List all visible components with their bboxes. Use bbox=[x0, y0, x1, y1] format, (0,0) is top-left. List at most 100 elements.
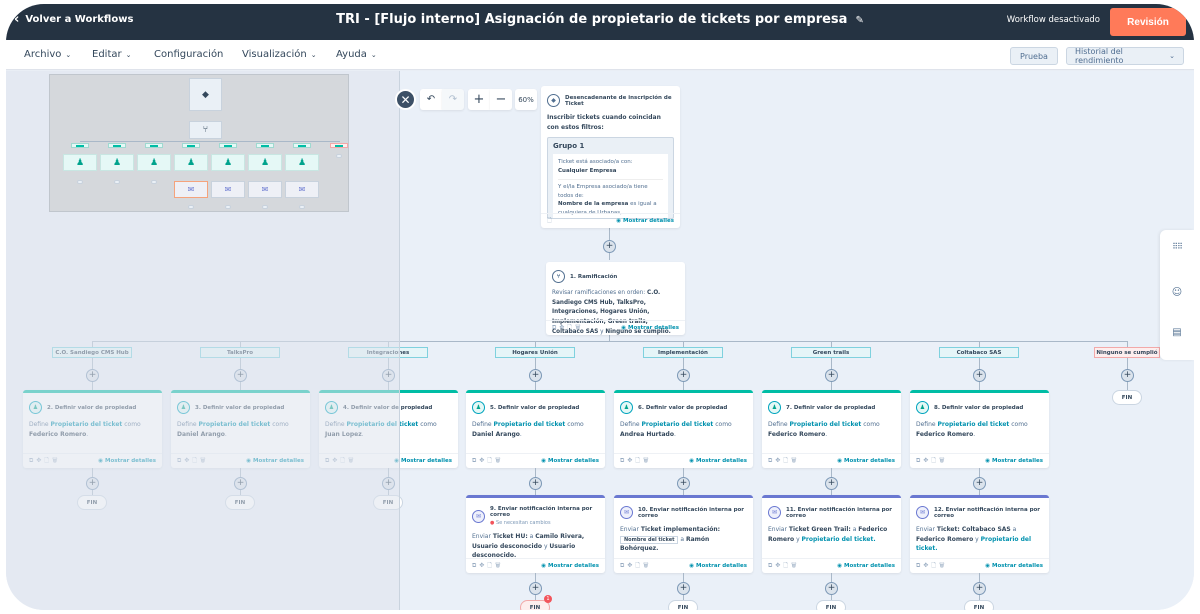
show-details-link[interactable]: ◉ Mostrar detalles bbox=[837, 458, 895, 464]
set-property-card[interactable]: ♟ 6. Definir valor de propiedad Define Pro… bbox=[614, 390, 753, 468]
set-property-card[interactable]: ♟ 3. Definir valor de propiedad Define Pro… bbox=[171, 390, 310, 468]
set-property-card[interactable]: ♟ 8. Definir valor de propiedad Define Pro… bbox=[910, 390, 1049, 468]
add-action-button[interactable]: + bbox=[234, 477, 247, 490]
zoom-in-button[interactable]: + bbox=[468, 89, 490, 110]
email-notification-card[interactable]: ✉ 11. Enviar notificación interna por cor… bbox=[762, 495, 901, 573]
minimap-end-dot bbox=[336, 154, 342, 158]
branch-label[interactable]: Integraciones bbox=[348, 347, 428, 358]
card-actions-icons[interactable]: ⧉✥🗋🗑 bbox=[29, 456, 61, 466]
show-details-link[interactable]: ◉ Mostrar detalles bbox=[837, 563, 895, 569]
card-actions-icons[interactable]: ⧉✥🗋🗑 bbox=[177, 456, 209, 466]
branch-label[interactable]: TalksPro bbox=[200, 347, 280, 358]
show-details-link[interactable]: ◉ Mostrar detalles bbox=[985, 563, 1043, 569]
show-details-link[interactable]: ◉ Mostrar detalles bbox=[616, 218, 674, 224]
assistant-icon[interactable]: ☺ bbox=[1160, 287, 1194, 298]
performance-history-button[interactable]: Historial del rendimiento ⌄ bbox=[1066, 47, 1184, 65]
card-actions-icons[interactable]: ⧉✥🗋🗑 bbox=[916, 561, 948, 571]
add-action-button[interactable]: + bbox=[973, 369, 986, 382]
show-details-link[interactable]: ◉ Mostrar detalles bbox=[689, 563, 747, 569]
branch-label[interactable]: C.O. Sandiego CMS Hub bbox=[52, 347, 132, 358]
set-property-card[interactable]: ♟ 7. Definir valor de propiedad Define Pro… bbox=[762, 390, 901, 468]
menu-editar[interactable]: Editar ⌄ bbox=[92, 49, 131, 60]
show-details-link[interactable]: ◉ Mostrar detalles bbox=[621, 325, 679, 331]
menu-archivo[interactable]: Archivo ⌄ bbox=[24, 49, 71, 60]
end-node[interactable]: FIN bbox=[816, 600, 846, 610]
email-notification-card[interactable]: ✉ 9. Enviar notificación interna por corr… bbox=[466, 495, 605, 573]
add-action-button[interactable]: + bbox=[382, 369, 395, 382]
branch-label[interactable]: Implementación bbox=[643, 347, 723, 358]
set-property-card[interactable]: ♟ 4. Definir valor de propiedad Define Pro… bbox=[319, 390, 458, 468]
test-button[interactable]: Prueba bbox=[1010, 47, 1058, 65]
property-link: Propietario del ticket bbox=[789, 421, 862, 428]
review-button[interactable]: Revisión bbox=[1110, 8, 1186, 36]
branch-label[interactable]: Ninguno se cumplió bbox=[1094, 347, 1160, 358]
add-action-button[interactable]: + bbox=[825, 369, 838, 382]
add-action-button[interactable]: + bbox=[677, 369, 690, 382]
add-action-button[interactable]: + bbox=[86, 477, 99, 490]
add-action-button[interactable]: + bbox=[86, 369, 99, 382]
add-action-button[interactable]: + bbox=[529, 582, 542, 595]
show-details-link[interactable]: ◉ Mostrar detalles bbox=[689, 458, 747, 464]
set-property-card[interactable]: ♟ 5. Definir valor de propiedad Define Pro… bbox=[466, 390, 605, 468]
minimap[interactable]: ◆ ⑂ ♟ ♟ ♟ ♟ ✉ ♟ ✉ ♟ ✉ ♟ ✉ bbox=[49, 74, 349, 212]
menu-ayuda[interactable]: Ayuda ⌄ bbox=[336, 49, 377, 60]
card-actions-icons[interactable]: ⧉✥🗋🗑 bbox=[768, 561, 800, 571]
end-node[interactable]: FIN bbox=[225, 495, 255, 510]
end-node[interactable]: FIN bbox=[964, 600, 994, 610]
como-text: como bbox=[122, 421, 141, 428]
pencil-icon[interactable]: ✎ bbox=[855, 15, 863, 26]
add-action-button[interactable]: + bbox=[677, 582, 690, 595]
card-actions-icons[interactable]: ⧉✥🗋🗑 bbox=[620, 456, 652, 466]
add-action-button[interactable]: + bbox=[677, 477, 690, 490]
card-actions-icons[interactable]: ⧉✥🗋🗑 bbox=[620, 561, 652, 571]
menu-configuracion[interactable]: Configuración bbox=[154, 49, 223, 60]
menu-visualizacion[interactable]: Visualización ⌄ bbox=[242, 49, 317, 60]
show-details-link[interactable]: ◉ Mostrar detalles bbox=[98, 458, 156, 464]
close-minimap-button[interactable]: ✕ bbox=[395, 89, 416, 110]
add-action-button[interactable]: + bbox=[382, 477, 395, 490]
add-action-button[interactable]: + bbox=[973, 582, 986, 595]
redo-button[interactable]: ↷ bbox=[442, 89, 464, 110]
card-actions-icons[interactable]: ⧉✥🗋🗑 bbox=[552, 323, 584, 333]
add-action-button[interactable]: + bbox=[825, 477, 838, 490]
email-notification-card[interactable]: ✉ 10. Enviar notificación interna por cor… bbox=[614, 495, 753, 573]
end-node[interactable]: FIN bbox=[77, 495, 107, 510]
show-details-link[interactable]: ◉ Mostrar detalles bbox=[246, 458, 304, 464]
show-details-link[interactable]: ◉ Mostrar detalles bbox=[541, 458, 599, 464]
card-actions-icons[interactable]: ⧉✥🗋🗑 bbox=[472, 561, 504, 571]
show-label: Mostrar detalles bbox=[105, 458, 156, 464]
end-node[interactable]: FIN bbox=[1112, 390, 1142, 405]
show-details-link[interactable]: ◉ Mostrar detalles bbox=[541, 563, 599, 569]
branch-card[interactable]: ⑂ 1. Ramificación Revisar ramificaciones … bbox=[546, 262, 685, 335]
branch-label[interactable]: Green trails bbox=[791, 347, 871, 358]
branch-label[interactable]: Coltabaco SAS bbox=[939, 347, 1019, 358]
card-body: Enviar Ticket Green Trail: a Federico Ro… bbox=[762, 523, 901, 546]
add-action-button[interactable]: + bbox=[529, 477, 542, 490]
trigger-card[interactable]: ◆ Desencadenante de inscripción de Ticket… bbox=[541, 86, 680, 228]
delete-icon[interactable]: 🗋 bbox=[547, 216, 555, 226]
add-action-button[interactable]: + bbox=[529, 369, 542, 382]
add-action-button[interactable]: + bbox=[234, 369, 247, 382]
card-actions-icons[interactable]: ⧉✥🗋🗑 bbox=[472, 456, 504, 466]
end-node[interactable]: FIN bbox=[373, 495, 403, 510]
minimap-branch-tag bbox=[219, 143, 237, 148]
add-action-button[interactable]: + bbox=[1121, 369, 1134, 382]
add-action-button[interactable]: + bbox=[973, 477, 986, 490]
add-action-button[interactable]: + bbox=[603, 240, 616, 253]
card-actions-icons[interactable]: ⧉✥🗋🗑 bbox=[325, 456, 357, 466]
card-body: Define Propietario del ticket como Feder… bbox=[762, 418, 901, 441]
email-notification-card[interactable]: ✉ 12. Enviar notificación interna por cor… bbox=[910, 495, 1049, 573]
end-node[interactable]: FIN bbox=[668, 600, 698, 610]
show-details-link[interactable]: ◉ Mostrar detalles bbox=[985, 458, 1043, 464]
filter-conditions: Ticket está asociado/a con: Cualquier Em… bbox=[553, 154, 668, 219]
branch-label[interactable]: Hogares Unión bbox=[495, 347, 575, 358]
apps-icon[interactable]: ⠿⠿ bbox=[1160, 242, 1194, 251]
card-actions-icons[interactable]: ⧉✥🗋🗑 bbox=[916, 456, 948, 466]
set-property-card[interactable]: ♟ 2. Definir valor de propiedad Define Pro… bbox=[23, 390, 162, 468]
chat-icon[interactable]: ▤ bbox=[1160, 327, 1194, 338]
undo-button[interactable]: ↶ bbox=[420, 89, 442, 110]
zoom-out-button[interactable]: − bbox=[490, 89, 512, 110]
show-details-link[interactable]: ◉ Mostrar detalles bbox=[394, 458, 452, 464]
add-action-button[interactable]: + bbox=[825, 582, 838, 595]
card-actions-icons[interactable]: ⧉✥🗋🗑 bbox=[768, 456, 800, 466]
